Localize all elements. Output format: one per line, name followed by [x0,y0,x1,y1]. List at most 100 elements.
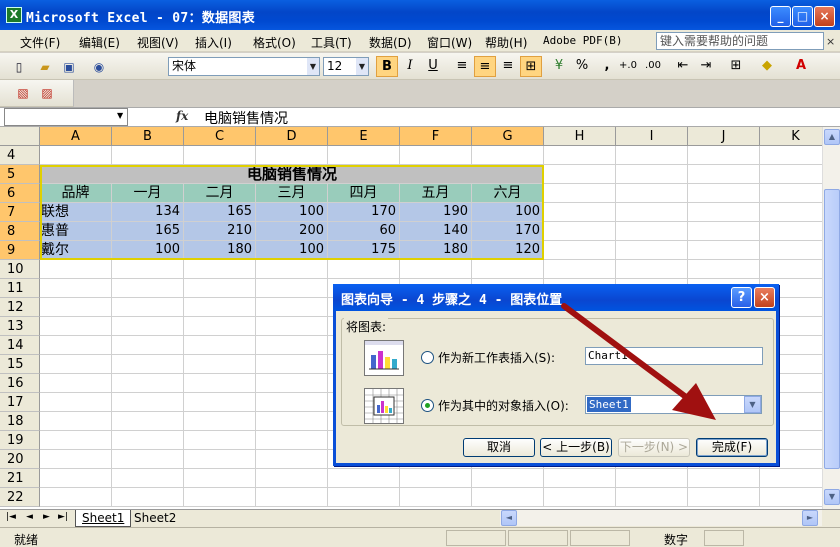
sales-value-cell[interactable]: 165 [112,222,184,241]
fill-color-icon[interactable]: ◆ [756,56,778,77]
cell[interactable] [688,488,760,507]
cell[interactable] [40,279,112,298]
decrease-decimal-button[interactable]: .00 [642,56,664,77]
help-search-input[interactable]: 键入需要帮助的问题 [656,32,824,50]
cell[interactable] [112,488,184,507]
cell[interactable] [40,298,112,317]
percent-button[interactable]: % [571,56,593,77]
row-header-10[interactable]: 10 [0,260,40,279]
cell[interactable] [256,298,328,317]
dialog-close-button[interactable]: × [754,287,775,308]
dialog-help-button[interactable]: ? [731,287,752,308]
row-header-20[interactable]: 20 [0,450,40,469]
cell[interactable] [616,241,688,260]
sales-value-cell[interactable]: 120 [472,241,544,260]
tab-sheet2[interactable]: Sheet2 [128,510,182,527]
cell[interactable] [184,336,256,355]
align-right-icon[interactable]: ≡ [497,56,519,77]
cell[interactable] [616,146,688,165]
formula-content[interactable]: 电脑销售情况 [204,108,288,128]
first-sheet-icon[interactable]: |◄ [6,512,16,522]
column-header-a[interactable]: A [40,127,112,146]
merge-center-icon[interactable]: ⊞ [520,56,542,77]
menu-data[interactable]: 数据(D) [369,34,412,51]
row-header-5[interactable]: 5 [0,165,40,184]
menu-adobe-pdf[interactable]: Adobe PDF(B) [543,34,622,47]
cell[interactable] [400,488,472,507]
table-header-cell[interactable]: 六月 [472,184,544,203]
cell[interactable] [688,469,760,488]
font-size-select[interactable]: 12 ▼ [323,57,369,76]
vertical-scrollbar[interactable]: ▲ ▼ [822,127,840,509]
brand-cell[interactable]: 戴尔 [40,241,112,260]
sales-value-cell[interactable]: 170 [328,203,400,222]
bold-button[interactable]: B [376,56,398,77]
cell[interactable] [184,393,256,412]
cell[interactable] [328,469,400,488]
cell[interactable] [544,241,616,260]
table-header-cell[interactable]: 品牌 [40,184,112,203]
scroll-left-icon[interactable]: ◄ [501,510,517,526]
cell[interactable] [544,165,616,184]
cell[interactable] [256,469,328,488]
column-header-j[interactable]: J [688,127,760,146]
sales-value-cell[interactable]: 200 [256,222,328,241]
cell[interactable] [616,165,688,184]
menu-insert[interactable]: 插入(I) [195,34,232,51]
cell[interactable] [256,393,328,412]
row-header-22[interactable]: 22 [0,488,40,507]
column-header-f[interactable]: F [400,127,472,146]
menu-format[interactable]: 格式(O) [253,34,296,51]
cell[interactable] [472,260,544,279]
sales-value-cell[interactable]: 140 [400,222,472,241]
column-header-i[interactable]: I [616,127,688,146]
cell[interactable] [256,336,328,355]
cell[interactable] [688,260,760,279]
cell[interactable] [112,355,184,374]
cell[interactable] [544,184,616,203]
row-header-11[interactable]: 11 [0,279,40,298]
sales-value-cell[interactable]: 170 [472,222,544,241]
cell[interactable] [184,374,256,393]
vertical-scroll-thumb[interactable] [824,189,840,469]
cell[interactable] [184,488,256,507]
underline-button[interactable]: U [422,56,444,77]
sales-value-cell[interactable]: 134 [112,203,184,222]
table-header-cell[interactable]: 四月 [328,184,400,203]
sales-value-cell[interactable]: 210 [184,222,256,241]
row-header-18[interactable]: 18 [0,412,40,431]
cell[interactable] [760,146,822,165]
column-header-d[interactable]: D [256,127,328,146]
row-header-12[interactable]: 12 [0,298,40,317]
cell[interactable] [40,146,112,165]
cell[interactable] [40,488,112,507]
cell[interactable] [688,241,760,260]
cell[interactable] [112,469,184,488]
cell[interactable] [112,260,184,279]
cell[interactable] [760,488,822,507]
cell[interactable] [40,260,112,279]
sales-value-cell[interactable]: 175 [328,241,400,260]
cell[interactable] [688,165,760,184]
column-header-b[interactable]: B [112,127,184,146]
column-header-c[interactable]: C [184,127,256,146]
row-header-13[interactable]: 13 [0,317,40,336]
cell[interactable] [256,450,328,469]
cell[interactable] [112,336,184,355]
increase-decimal-button[interactable]: +.0 [617,56,639,77]
close-button[interactable]: × [814,6,835,27]
cell[interactable] [544,146,616,165]
sales-value-cell[interactable]: 100 [256,241,328,260]
cell[interactable] [184,450,256,469]
cell[interactable] [472,469,544,488]
cell[interactable] [256,412,328,431]
column-header-h[interactable]: H [544,127,616,146]
pdf-email-icon[interactable]: ▨ [38,84,56,102]
sales-value-cell[interactable]: 60 [328,222,400,241]
menu-tools[interactable]: 工具(T) [311,34,352,51]
cell[interactable] [40,336,112,355]
cell[interactable] [184,412,256,431]
italic-button[interactable]: I [399,56,421,77]
as-object-radio[interactable] [421,399,434,412]
sales-value-cell[interactable]: 100 [472,203,544,222]
